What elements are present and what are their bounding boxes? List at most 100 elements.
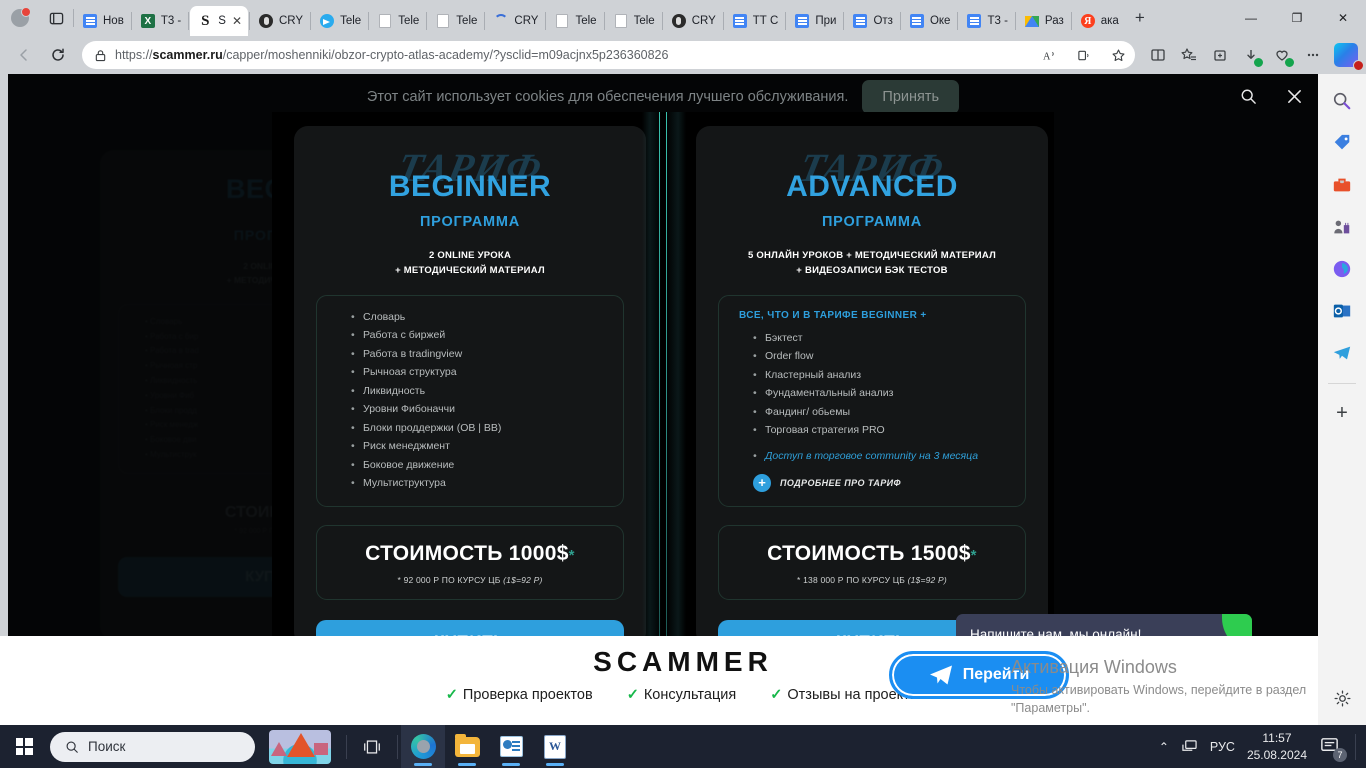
toolbox-icon[interactable] bbox=[1325, 168, 1359, 202]
google-docs-icon bbox=[909, 13, 925, 29]
search-icon[interactable] bbox=[1325, 84, 1359, 118]
clock[interactable]: 11:57 25.08.2024 bbox=[1247, 730, 1307, 762]
close-icon[interactable] bbox=[1280, 82, 1308, 110]
browser-tab[interactable]: Tele bbox=[547, 6, 602, 36]
browser-tab[interactable]: Т3 - bbox=[959, 6, 1013, 36]
browser-tab[interactable]: S S ✕ bbox=[190, 6, 248, 36]
language-indicator[interactable]: РУС bbox=[1210, 740, 1235, 754]
card-header: ТАРИФ ADVANCED bbox=[718, 142, 1026, 206]
minimize-button[interactable]: — bbox=[1228, 0, 1274, 36]
card-description: 5 ОНЛАЙН УРОКОВ + МЕТОДИЧЕСКИЙ МАТЕРИАЛ +… bbox=[747, 250, 997, 277]
maximize-button[interactable]: ❐ bbox=[1274, 0, 1320, 36]
gear-icon[interactable] bbox=[1325, 681, 1359, 715]
page-viewport: BEGI ПРОГР 2 ONLIN + МЕТОДИЧЕСК • Словар… bbox=[8, 74, 1318, 636]
favorite-star-icon[interactable] bbox=[1105, 43, 1131, 67]
browser-tab[interactable]: Tele bbox=[312, 6, 367, 36]
windows-taskbar: Поиск W ⌃ РУС 11:57 25.08.2024 7 bbox=[0, 725, 1366, 768]
favorites-icon[interactable] bbox=[1174, 40, 1204, 70]
collections-icon[interactable] bbox=[1205, 40, 1235, 70]
immersive-reader-icon[interactable] bbox=[1071, 43, 1097, 67]
add-sidebar-app-button[interactable]: + bbox=[1325, 396, 1359, 430]
browser-tab[interactable]: Tele bbox=[606, 6, 661, 36]
games-icon[interactable] bbox=[1325, 210, 1359, 244]
windows-activation-watermark: Активация Windows Чтобы активировать Win… bbox=[1011, 657, 1311, 717]
task-view-icon[interactable] bbox=[350, 725, 394, 768]
new-tab-button[interactable]: + bbox=[1125, 0, 1155, 36]
browser-tab[interactable]: Tele bbox=[428, 6, 483, 36]
buy-button[interactable]: КУПИТЬ bbox=[316, 620, 624, 636]
browser-tab[interactable]: CRY bbox=[664, 6, 722, 36]
price-note: * 92 000 Р ПО КУРСУ ЦБ (1$=92 Р) bbox=[397, 575, 543, 586]
show-desktop-divider[interactable] bbox=[1355, 733, 1356, 760]
search-icon[interactable] bbox=[1234, 82, 1262, 110]
clock-time: 11:57 bbox=[1262, 731, 1292, 746]
tab-label: Т3 - bbox=[160, 15, 182, 27]
chat-widget-bubble[interactable]: Напишите нам, мы онлайн! bbox=[956, 614, 1252, 636]
browser-tab[interactable]: CRY bbox=[486, 6, 544, 36]
google-docs-icon bbox=[966, 13, 982, 29]
notification-count: 7 bbox=[1333, 747, 1347, 762]
lock-icon bbox=[94, 49, 107, 62]
read-aloud-icon[interactable]: A bbox=[1037, 43, 1063, 67]
card-program-label: ПРОГРАММА bbox=[821, 214, 923, 230]
more-info-label: ПОДРОБНЕЕ ПРО ТАРИФ bbox=[780, 477, 901, 488]
browser-tab[interactable]: CRY bbox=[251, 6, 309, 36]
feature-item: Боковое движение bbox=[351, 456, 613, 475]
address-bar[interactable]: https://scammer.ru/capper/moshenniki/obz… bbox=[82, 41, 1135, 69]
back-button[interactable] bbox=[8, 40, 40, 70]
tab-separator bbox=[426, 12, 428, 30]
crypto-icon bbox=[671, 13, 687, 29]
tab-close-icon[interactable]: ✕ bbox=[232, 14, 242, 28]
browser-tab[interactable]: Tele bbox=[370, 6, 425, 36]
file-explorer-icon[interactable] bbox=[445, 725, 489, 768]
browser-tab[interactable]: ТТ С bbox=[725, 6, 785, 36]
tab-label: ака bbox=[1100, 15, 1119, 27]
word-icon[interactable]: W bbox=[533, 725, 577, 768]
tab-separator bbox=[603, 12, 605, 30]
taskbar-divider-2 bbox=[397, 734, 398, 759]
network-icon[interactable] bbox=[1181, 739, 1198, 754]
browser-tab[interactable]: Раз bbox=[1017, 6, 1070, 36]
google-docs-icon bbox=[82, 13, 98, 29]
downloads-icon[interactable] bbox=[1236, 40, 1266, 70]
browser-tab[interactable]: Отз bbox=[845, 6, 899, 36]
powerpoint-icon[interactable] bbox=[489, 725, 533, 768]
tab-label: Нов bbox=[103, 15, 124, 27]
telegram-plane-icon bbox=[929, 664, 953, 686]
weather-widget-icon[interactable] bbox=[257, 725, 343, 768]
google-drive-icon bbox=[1024, 13, 1040, 29]
reload-button[interactable] bbox=[42, 40, 74, 70]
feature-head: ВСЕ, ЧТО И В ТАРИФЕ BEGINNER + bbox=[739, 309, 927, 321]
search-input[interactable]: Поиск bbox=[50, 731, 255, 762]
outlook-icon[interactable] bbox=[1325, 294, 1359, 328]
card-description: 2 ONLINE УРОКА + МЕТОДИЧЕСКИЙ МАТЕРИАЛ bbox=[395, 250, 545, 277]
browser-essentials-icon[interactable] bbox=[1267, 40, 1297, 70]
feature-item: Order flow bbox=[753, 347, 1015, 366]
split-screen-icon[interactable] bbox=[1143, 40, 1173, 70]
tab-search-button[interactable] bbox=[40, 0, 72, 36]
tray-expand-icon[interactable]: ⌃ bbox=[1159, 740, 1169, 754]
browser-tab[interactable]: Яака bbox=[1073, 6, 1125, 36]
office-icon[interactable] bbox=[1325, 252, 1359, 286]
window-controls: — ❐ ✕ bbox=[1228, 0, 1366, 36]
cookie-accept-button[interactable]: Принять bbox=[862, 80, 960, 114]
browser-tab[interactable]: X Т3 - bbox=[133, 6, 187, 36]
browser-tab[interactable]: Оке bbox=[902, 6, 957, 36]
profile-avatar[interactable] bbox=[0, 0, 40, 36]
windows-start-icon[interactable] bbox=[0, 725, 48, 768]
lightbox-image[interactable]: ТАРИФ BEGINNER ПРОГРАММА 2 ONLINE УРОКА + МЕ… bbox=[272, 112, 1054, 636]
crypto-icon bbox=[258, 13, 274, 29]
card-program-label: ПРОГРАММА bbox=[419, 214, 521, 230]
browser-tab[interactable]: Нов bbox=[75, 6, 130, 36]
telegram-icon[interactable] bbox=[1325, 336, 1359, 370]
document-icon bbox=[613, 13, 629, 29]
tab-separator bbox=[1070, 12, 1072, 30]
settings-more-icon[interactable] bbox=[1298, 40, 1328, 70]
edge-icon[interactable] bbox=[401, 725, 445, 768]
more-info-row[interactable]: + ПОДРОБНЕЕ ПРО ТАРИФ bbox=[753, 473, 1015, 492]
shopping-tag-icon[interactable] bbox=[1325, 126, 1359, 160]
pricing-card: ТАРИФ ADVANCED ПРОГРАММА 5 ОНЛАЙН УРОКОВ + … bbox=[696, 126, 1048, 636]
notifications-icon[interactable]: 7 bbox=[1319, 735, 1347, 762]
close-button[interactable]: ✕ bbox=[1320, 0, 1366, 36]
browser-tab[interactable]: При bbox=[787, 6, 842, 36]
